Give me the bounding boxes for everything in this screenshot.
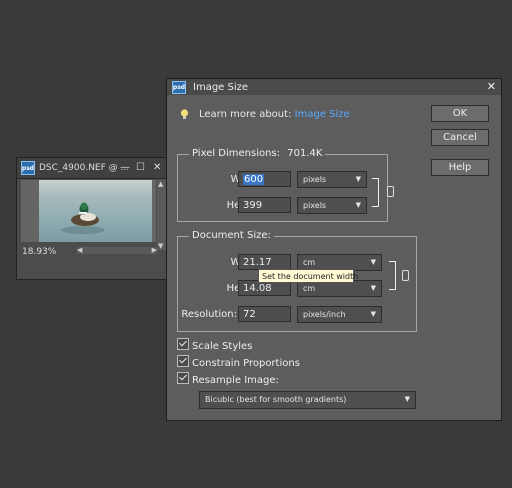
psd-file-icon: psd — [21, 161, 35, 175]
checkbox-checked-icon[interactable] — [177, 372, 189, 384]
scale-styles-label: Scale Styles — [192, 341, 253, 352]
resolution-unit-select[interactable]: pixels/inch ▼ — [297, 306, 382, 323]
maximize-icon[interactable]: ☐ — [136, 162, 145, 173]
constrain-proportions-checkbox[interactable]: Constrain Proportions — [177, 355, 300, 369]
pixel-height-unit-value: pixels — [303, 201, 327, 210]
image-size-dialog: psd Image Size ✕ Learn more about: Image… — [166, 78, 502, 421]
resample-method-value: Bicubic (best for smooth gradients) — [205, 395, 347, 404]
pixel-height-input[interactable]: 399 — [238, 197, 291, 213]
close-icon[interactable]: ✕ — [153, 162, 161, 173]
pixel-dimensions-title: Pixel Dimensions: 701.4K — [189, 148, 326, 159]
ok-button[interactable]: OK — [431, 105, 489, 122]
checkbox-checked-icon[interactable] — [177, 355, 189, 367]
constrain-proportions-label: Constrain Proportions — [192, 358, 300, 369]
chain-link-icon — [402, 270, 409, 281]
learn-more-link[interactable]: Image Size — [295, 109, 350, 120]
duck-photo — [39, 180, 152, 242]
horizontal-scrollbar[interactable]: ◀ ▶ — [77, 246, 157, 254]
document-window[interactable]: psd DSC_4900.NEF @ ... — ☐ ✕ ▲ ▼ ◀ ▶ 18.… — [16, 157, 168, 280]
chevron-down-icon: ▼ — [355, 201, 361, 209]
doc-width-input[interactable]: 21.17 — [238, 254, 291, 270]
resample-method-select[interactable]: Bicubic (best for smooth gradients) ▼ — [199, 391, 416, 409]
dialog-titlebar[interactable]: psd Image Size ✕ — [167, 79, 501, 95]
lightbulb-icon — [180, 109, 189, 119]
chain-link-icon — [387, 186, 394, 197]
chevron-down-icon: ▼ — [370, 310, 376, 318]
document-title: DSC_4900.NEF @ ... — [39, 163, 130, 173]
checkbox-checked-icon[interactable] — [177, 338, 189, 350]
chevron-down-icon: ▼ — [355, 175, 361, 183]
pixel-dimensions-label: Pixel Dimensions: — [192, 148, 281, 159]
pixel-link-bracket — [372, 178, 379, 207]
scale-styles-checkbox[interactable]: Scale Styles — [177, 338, 252, 352]
doc-width-unit-value: cm — [303, 258, 316, 267]
pixel-dimensions-size: 701.4K — [287, 148, 323, 159]
resolution-unit-value: pixels/inch — [303, 310, 346, 319]
document-titlebar[interactable]: psd DSC_4900.NEF @ ... — ☐ ✕ — [17, 158, 167, 179]
close-icon[interactable]: ✕ — [487, 80, 496, 93]
width-tooltip: Set the document width — [258, 269, 358, 283]
chevron-down-icon: ▼ — [370, 284, 376, 292]
chevron-down-icon: ▼ — [404, 395, 410, 403]
chevron-down-icon: ▼ — [370, 258, 376, 266]
resample-image-label: Resample Image: — [192, 375, 279, 386]
zoom-level: 18.93% — [22, 247, 57, 257]
duck-icon — [61, 202, 105, 234]
minimize-icon[interactable]: — — [120, 162, 130, 173]
resolution-label: Resolution: — [181, 309, 237, 320]
document-canvas[interactable] — [21, 180, 156, 242]
document-size-title: Document Size: — [189, 230, 274, 241]
vertical-scrollbar[interactable]: ▲ ▼ — [157, 180, 166, 250]
pixel-width-unit-value: pixels — [303, 175, 327, 184]
psd-app-icon: psd — [172, 81, 186, 94]
resolution-input[interactable]: 72 — [238, 306, 291, 322]
cancel-button[interactable]: Cancel — [431, 129, 489, 146]
resample-image-checkbox[interactable]: Resample Image: — [177, 372, 279, 386]
help-button[interactable]: Help — [431, 159, 489, 176]
dialog-title: Image Size — [193, 82, 249, 93]
pixel-height-unit-select[interactable]: pixels ▼ — [297, 197, 367, 214]
doc-height-unit-value: cm — [303, 284, 316, 293]
learn-more-prefix: Learn more about: — [199, 109, 295, 120]
document-link-bracket — [389, 261, 396, 290]
pixel-width-unit-select[interactable]: pixels ▼ — [297, 171, 367, 188]
pixel-width-value: 600 — [243, 174, 265, 185]
pixel-width-input[interactable]: 600 — [238, 171, 291, 187]
learn-more-text: Learn more about: Image Size — [199, 109, 350, 120]
